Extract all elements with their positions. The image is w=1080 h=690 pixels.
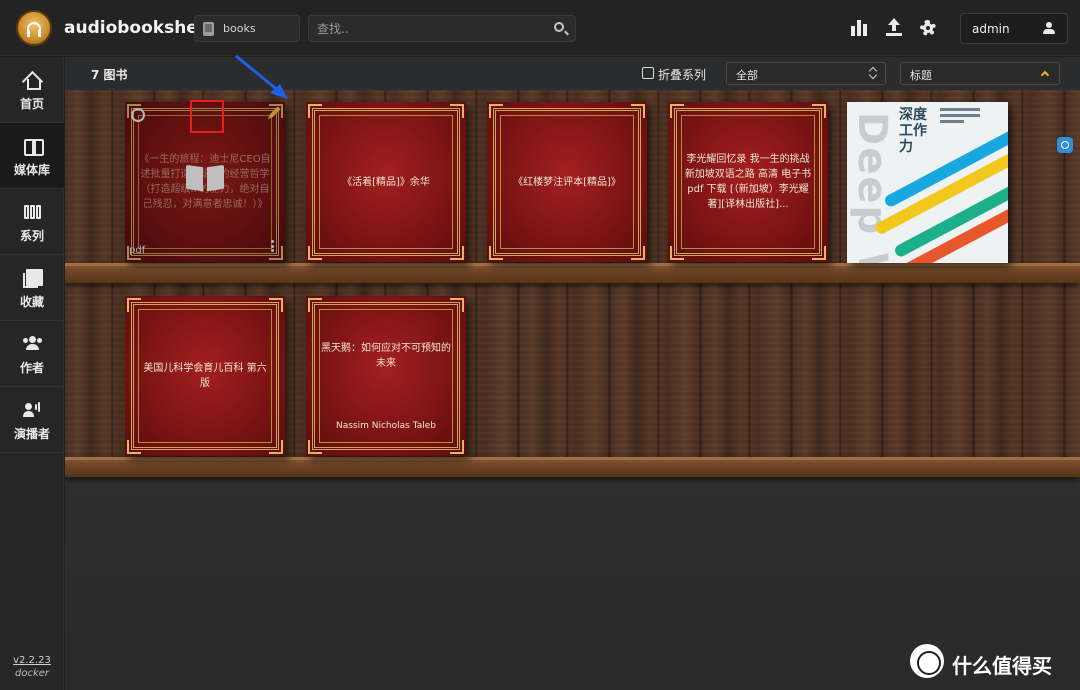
read-book-icon[interactable]	[186, 162, 224, 192]
shelf-plank	[65, 457, 1080, 477]
annotation-arrow-icon	[235, 54, 288, 99]
username: admin	[972, 22, 1010, 36]
version-link[interactable]: v2.2.23	[0, 655, 64, 666]
sidebar-item-label: 首页	[19, 97, 44, 111]
upload-icon[interactable]	[884, 18, 904, 38]
library-toolbar: 7 图书 折叠系列 全部 标题	[65, 57, 1080, 90]
book-icon	[203, 22, 214, 36]
floating-helper-icon[interactable]	[1057, 137, 1073, 153]
cover-title: 深度工作力	[899, 107, 927, 155]
narrators-icon	[23, 401, 41, 419]
collapse-series-label: 折叠系列	[658, 68, 707, 82]
book-title: 黑天鹅：如何应对不可预知的未来	[321, 343, 451, 369]
search-input[interactable]	[317, 19, 547, 39]
sidebar-item-label: 演播者	[13, 427, 50, 441]
sidebar-item-home[interactable]: 首页	[0, 57, 64, 123]
stats-icon[interactable]	[850, 18, 870, 38]
install-type: docker	[14, 668, 50, 679]
book-author: Nassim Nicholas Taleb	[336, 421, 436, 431]
library-icon	[23, 137, 44, 156]
chevron-up-icon	[1040, 70, 1050, 80]
app-logo[interactable]	[16, 10, 52, 46]
book-title: 李光耀回忆录 我一生的挑战 新加坡双语之路 高清 电子书 pdf 下载 [（新加…	[684, 154, 812, 210]
library-select[interactable]: books	[194, 15, 300, 42]
shelf-plank	[65, 263, 1080, 283]
home-icon	[23, 71, 41, 90]
bookshelf: 《一生的旅程：迪士尼CEO自述批量打造超级IP的经营哲学（打造超级IP的能力，绝…	[65, 90, 1080, 690]
filter-value: 全部	[736, 69, 758, 82]
sidebar-item-collections[interactable]: 收藏	[0, 255, 64, 321]
format-badge: pdf	[129, 245, 146, 256]
watermark-text: 什么值得买	[952, 654, 1052, 678]
sidebar-item-label: 收藏	[19, 295, 44, 309]
user-icon	[1043, 22, 1055, 35]
book-count: 7 图书	[91, 68, 128, 82]
app-title[interactable]: audiobookshelf	[64, 18, 211, 38]
book-title: 美国儿科学会育儿百科 第六版	[143, 363, 267, 389]
sidebar-item-authors[interactable]: 作者	[0, 321, 64, 387]
sidebar-item-label: 作者	[19, 361, 44, 375]
book-card[interactable]: 黑天鹅：如何应对不可预知的未来 Nassim Nicholas Taleb	[306, 296, 466, 456]
watermark-logo-icon	[910, 644, 944, 678]
sidebar-item-series[interactable]: 系列	[0, 189, 64, 255]
user-menu-button[interactable]: admin	[960, 13, 1068, 44]
sidebar-item-library[interactable]: 媒体库	[0, 123, 64, 189]
book-title: 《红楼梦注评本[精品]》	[513, 176, 621, 188]
book-title: 《活着[精品]》余华	[342, 176, 430, 188]
search-icon[interactable]	[554, 22, 564, 32]
select-circle-icon[interactable]	[131, 108, 145, 122]
updown-icon	[869, 67, 877, 80]
top-bar: audiobookshelf books admin	[0, 0, 1080, 56]
book-card[interactable]: 《活着[精品]》余华	[306, 102, 466, 262]
sort-value: 标题	[910, 69, 932, 82]
authors-icon	[23, 335, 42, 353]
sidebar: 首页 媒体库 系列 收藏 作者 演播者 v2.2.23 docker	[0, 57, 64, 690]
gear-icon[interactable]	[918, 18, 938, 38]
more-vertical-icon[interactable]	[271, 240, 274, 252]
edit-highlight-box	[190, 100, 224, 133]
book-card[interactable]: 《红楼梦注评本[精品]》	[487, 102, 647, 262]
book-card[interactable]: 李光耀回忆录 我一生的挑战 新加坡双语之路 高清 电子书 pdf 下载 [（新加…	[668, 102, 828, 262]
book-card[interactable]: 美国儿科学会育儿百科 第六版	[125, 296, 285, 456]
cover-text: Deep Work	[849, 112, 895, 263]
sidebar-item-label: 媒体库	[13, 163, 50, 177]
version-info: v2.2.23 docker	[0, 655, 64, 679]
book-card-cover[interactable]: Deep Work 深度工作力	[847, 102, 1008, 263]
sidebar-item-label: 系列	[19, 229, 44, 243]
collections-icon	[23, 269, 43, 288]
watermark: 什么值得买	[910, 644, 1080, 682]
search-box[interactable]	[308, 15, 576, 42]
library-name: books	[223, 22, 256, 35]
sidebar-item-narrators[interactable]: 演播者	[0, 387, 64, 453]
sort-select[interactable]: 标题	[900, 62, 1060, 85]
series-icon	[23, 203, 41, 221]
filter-select[interactable]: 全部	[726, 62, 886, 85]
checkbox[interactable]	[642, 67, 654, 79]
